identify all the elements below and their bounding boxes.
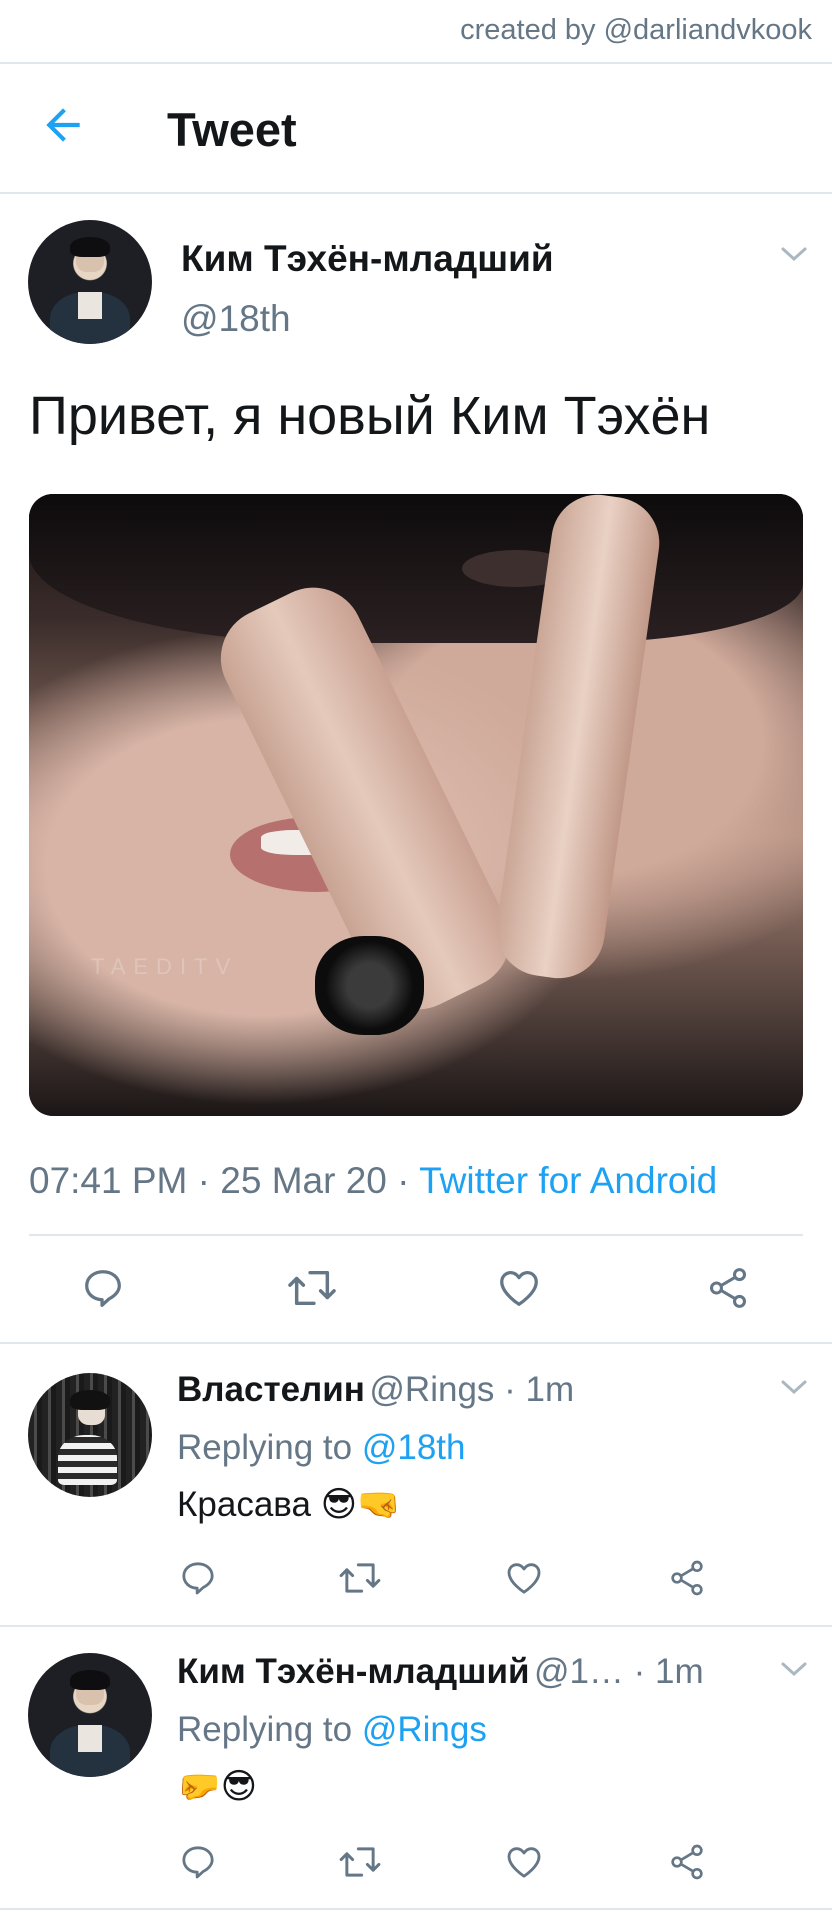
chevron-down-icon[interactable] xyxy=(779,1377,809,1397)
replying-to: Replying to @Rings xyxy=(177,1710,487,1750)
divider xyxy=(0,62,832,64)
author-handle[interactable]: @18th xyxy=(181,298,291,340)
reply-text: 🤛😎 xyxy=(177,1767,258,1806)
reply-icon[interactable] xyxy=(178,1842,218,1882)
replying-to-link[interactable]: @Rings xyxy=(362,1710,487,1749)
page-title: Tweet xyxy=(167,103,297,156)
avatar[interactable] xyxy=(28,220,152,344)
divider xyxy=(0,1625,832,1627)
divider xyxy=(0,1908,832,1910)
media-watermark: TAEDITV xyxy=(90,954,239,980)
reply-header: Властелин @Rings · 1m xyxy=(177,1370,574,1410)
reply-time: · 1m xyxy=(494,1370,575,1409)
meta-separator: · xyxy=(386,1160,420,1201)
share-icon[interactable] xyxy=(705,1265,751,1311)
reply-author-name[interactable]: Властелин xyxy=(177,1370,365,1409)
replying-prefix: Replying to xyxy=(177,1710,362,1749)
reply-text: Красава 😎🤜 xyxy=(177,1485,401,1524)
tweet-source-link[interactable]: Twitter for Android xyxy=(419,1160,717,1201)
divider xyxy=(0,1342,832,1344)
credit-text: created by @darliandvkook xyxy=(460,14,812,46)
divider xyxy=(29,1234,803,1236)
retweet-icon[interactable] xyxy=(337,1842,383,1882)
avatar[interactable] xyxy=(28,1373,152,1497)
heart-icon[interactable] xyxy=(504,1558,544,1598)
avatar[interactable] xyxy=(28,1653,152,1777)
heart-icon[interactable] xyxy=(504,1842,544,1882)
replying-to-link[interactable]: @18th xyxy=(362,1428,466,1467)
author-name[interactable]: Ким Тэхён-младший xyxy=(181,238,554,280)
heart-icon[interactable] xyxy=(496,1265,542,1311)
tweet-date: 25 Mar 20 xyxy=(220,1160,387,1201)
meta-separator: · xyxy=(187,1160,221,1201)
replying-prefix: Replying to xyxy=(177,1428,362,1467)
arrow-left-icon[interactable] xyxy=(38,100,88,150)
tweet-time: 07:41 PM xyxy=(29,1160,188,1201)
reply-header: Ким Тэхён-младший @1… · 1m xyxy=(177,1652,704,1692)
reply-time: · 1m xyxy=(623,1652,704,1691)
chevron-down-icon[interactable] xyxy=(779,244,809,264)
reply-icon[interactable] xyxy=(178,1558,218,1598)
retweet-icon[interactable] xyxy=(285,1265,339,1311)
tweet-text: Привет, я новый Ким Тэхён xyxy=(29,386,711,446)
divider xyxy=(0,192,832,194)
reply-icon[interactable] xyxy=(80,1265,126,1311)
replying-to: Replying to @18th xyxy=(177,1428,465,1468)
reply-author-handle[interactable]: @Rings xyxy=(369,1370,494,1409)
reply-author-handle[interactable]: @1… xyxy=(534,1652,624,1691)
credit-bar: created by @darliandvkook xyxy=(0,0,832,62)
retweet-icon[interactable] xyxy=(337,1558,383,1598)
reply-author-name[interactable]: Ким Тэхён-младший xyxy=(177,1652,529,1691)
share-icon[interactable] xyxy=(667,1558,707,1598)
share-icon[interactable] xyxy=(667,1842,707,1882)
tweet-media-image[interactable]: TAEDITV xyxy=(29,494,803,1116)
chevron-down-icon[interactable] xyxy=(779,1659,809,1679)
tweet-meta: 07:41 PM · 25 Mar 20 · Twitter for Andro… xyxy=(29,1160,717,1202)
